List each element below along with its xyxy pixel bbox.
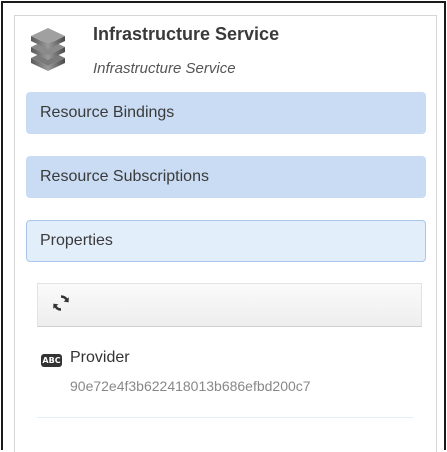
property-divider: [37, 417, 413, 418]
page-title: Infrastructure Service: [93, 24, 280, 44]
window-frame: Infrastructure Service Infrastructure Se…: [1, 1, 446, 452]
nav-item-label: Resource Bindings: [40, 104, 175, 121]
property-row: ABC Provider 90e72e4f3b622418013b686efbd…: [37, 349, 422, 423]
nav-item-properties[interactable]: Properties: [26, 220, 426, 262]
properties-toolbar: [37, 283, 422, 327]
page-subtitle: Infrastructure Service: [93, 60, 236, 77]
panel-header: Infrastructure Service Infrastructure Se…: [15, 16, 436, 88]
nav-item-resource-bindings[interactable]: Resource Bindings: [26, 92, 426, 134]
refresh-icon: [52, 294, 70, 317]
property-name: Provider: [70, 349, 130, 366]
property-value: 90e72e4f3b622418013b686efbd200c7: [70, 378, 311, 394]
string-type-badge: ABC: [41, 354, 62, 367]
details-panel: Infrastructure Service Infrastructure Se…: [14, 15, 437, 452]
nav-item-resource-subscriptions[interactable]: Resource Subscriptions: [26, 156, 426, 198]
refresh-button[interactable]: [50, 294, 72, 316]
nav-item-label: Resource Subscriptions: [40, 168, 209, 185]
stacked-disks-icon: [27, 26, 69, 72]
nav-item-label: Properties: [40, 232, 113, 249]
